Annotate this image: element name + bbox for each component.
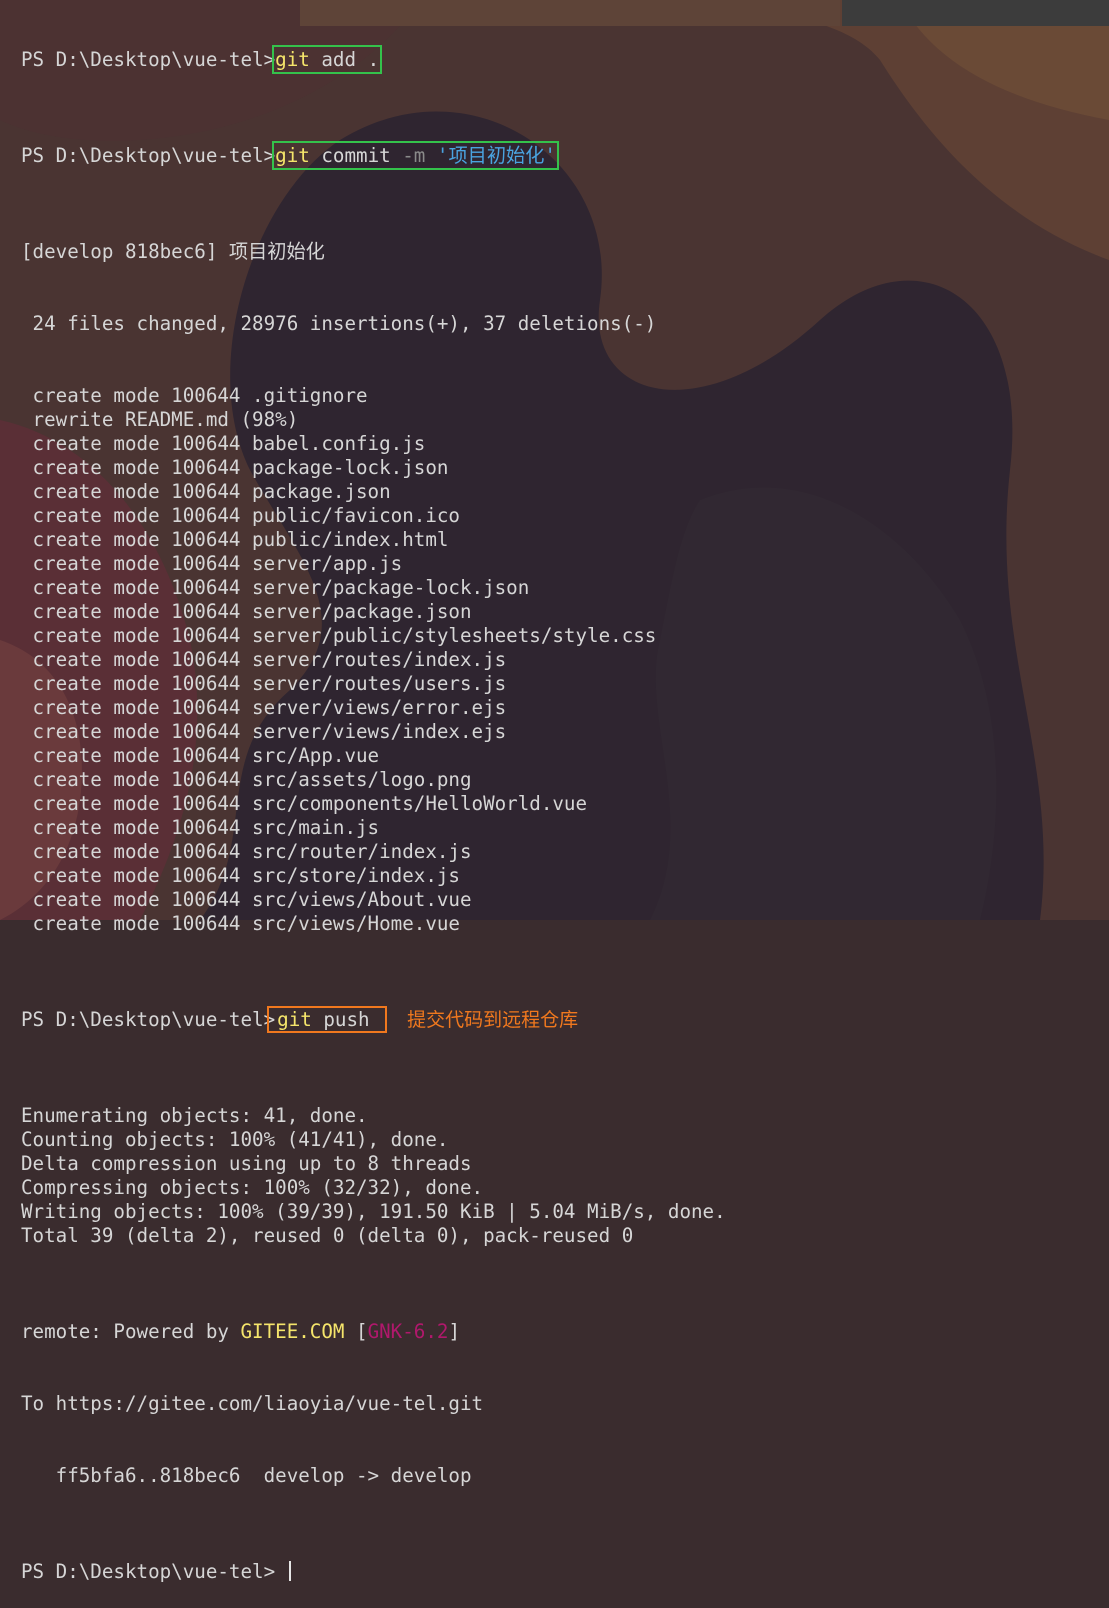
commit-file-list: create mode 100644 .gitignore rewrite RE…: [21, 384, 726, 936]
command-args: add .: [321, 48, 380, 71]
commit-file-line: rewrite README.md (98%): [21, 408, 299, 431]
remote-url-line: To https://gitee.com/liaoyia/vue-tel.git: [21, 1392, 484, 1415]
prompt: PS D:\Desktop\vue-tel>: [21, 1560, 276, 1583]
commit-file-line: create mode 100644 public/index.html: [21, 528, 449, 551]
push-output-line: Delta compression using up to 8 threads: [21, 1152, 472, 1175]
push-output-line: Writing objects: 100% (39/39), 191.50 Ki…: [21, 1200, 726, 1223]
commit-file-line: create mode 100644 server/package.json: [21, 600, 472, 623]
commit-file-line: create mode 100644 src/assets/logo.png: [21, 768, 472, 791]
commit-message: '项目初始化': [436, 144, 556, 167]
commit-file-line: create mode 100644 src/views/Home.vue: [21, 912, 460, 935]
command-args: commit: [321, 144, 391, 167]
command-name: git: [275, 48, 310, 71]
command-line-commit: PS D:\Desktop\vue-tel>git commit -m '项目初…: [21, 141, 726, 170]
push-output-line: Total 39 (delta 2), reused 0 (delta 0), …: [21, 1224, 634, 1247]
command-line-current[interactable]: PS D:\Desktop\vue-tel>: [21, 1560, 726, 1584]
command-name: git: [277, 1008, 312, 1031]
remote-brand: GITEE.COM: [240, 1320, 345, 1343]
push-annotation: 提交代码到远程仓库: [407, 1009, 579, 1031]
git-commit-command: git commit -m '项目初始化': [272, 141, 559, 170]
commit-summary: 24 files changed, 28976 insertions(+), 3…: [21, 312, 657, 335]
prompt: PS D:\Desktop\vue-tel>: [21, 48, 276, 71]
commit-file-line: create mode 100644 server/routes/users.j…: [21, 672, 507, 695]
push-output-line: Compressing objects: 100% (32/32), done.: [21, 1176, 484, 1199]
commit-file-line: create mode 100644 server/views/index.ej…: [21, 720, 507, 743]
commit-file-line: create mode 100644 server/views/error.ej…: [21, 696, 507, 719]
push-output-list: Enumerating objects: 41, done. Counting o…: [21, 1104, 726, 1248]
text-cursor: [288, 1561, 291, 1581]
commit-file-line: create mode 100644 server/app.js: [21, 552, 403, 575]
commit-file-line: create mode 100644 src/store/index.js: [21, 864, 460, 887]
git-push-command: git push: [267, 1006, 388, 1033]
remote-prefix: remote: Powered by: [21, 1320, 241, 1343]
commit-file-line: create mode 100644 src/views/About.vue: [21, 888, 472, 911]
command-line-add: PS D:\Desktop\vue-tel>git add .: [21, 45, 726, 74]
commit-file-line: create mode 100644 package-lock.json: [21, 456, 449, 479]
push-output-line: Enumerating objects: 41, done.: [21, 1104, 368, 1127]
command-args: push: [323, 1008, 370, 1031]
commit-file-line: create mode 100644 src/components/HelloW…: [21, 792, 588, 815]
commit-file-line: create mode 100644 src/router/index.js: [21, 840, 472, 863]
terminal-output: PS D:\Desktop\vue-tel>git add . PS D:\De…: [21, 0, 726, 1608]
remote-bracket-close: ]: [448, 1320, 461, 1343]
commit-file-line: create mode 100644 server/routes/index.j…: [21, 648, 507, 671]
commit-file-line: create mode 100644 .gitignore: [21, 384, 368, 407]
remote-version: GNK-6.2: [367, 1320, 449, 1343]
command-line-push: PS D:\Desktop\vue-tel> git push 提交代码到远程仓库: [21, 1006, 726, 1033]
remote-bracket-open: [: [344, 1320, 368, 1343]
commit-file-line: create mode 100644 package.json: [21, 480, 391, 503]
command-flag: -m: [402, 144, 426, 167]
remote-line: remote: Powered by GITEE.COM [GNK-6.2]: [21, 1320, 726, 1344]
commit-file-line: create mode 100644 server/public/stylesh…: [21, 624, 657, 647]
prompt: PS D:\Desktop\vue-tel>: [21, 1008, 276, 1031]
commit-file-line: create mode 100644 src/main.js: [21, 816, 380, 839]
command-name: git: [275, 144, 310, 167]
prompt: PS D:\Desktop\vue-tel>: [21, 144, 276, 167]
git-add-command: git add .: [272, 45, 383, 74]
commit-header: [develop 818bec6] 项目初始化: [21, 240, 325, 263]
push-output-line: Counting objects: 100% (41/41), done.: [21, 1128, 449, 1151]
commit-file-line: create mode 100644 src/App.vue: [21, 744, 380, 767]
ref-update-line: ff5bfa6..818bec6 develop -> develop: [21, 1464, 472, 1487]
commit-file-line: create mode 100644 public/favicon.ico: [21, 504, 460, 527]
commit-file-line: create mode 100644 babel.config.js: [21, 432, 426, 455]
commit-file-line: create mode 100644 server/package-lock.j…: [21, 576, 530, 599]
